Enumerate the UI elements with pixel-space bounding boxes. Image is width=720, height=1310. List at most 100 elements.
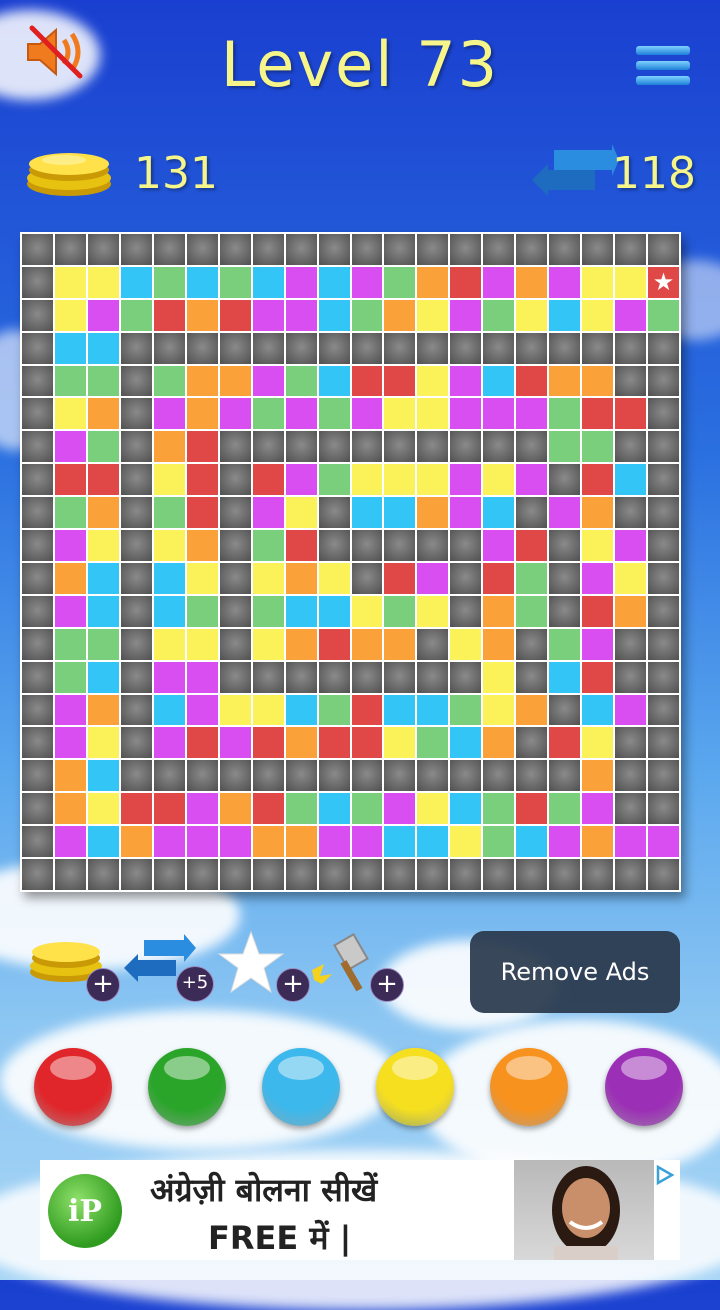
board-cell-green[interactable] [417,727,449,759]
board-cell-gray-empty[interactable] [120,497,152,529]
board-cell-orange[interactable] [516,694,548,726]
board-cell-gray-empty[interactable] [318,497,350,529]
board-cell-purple[interactable] [87,299,119,331]
board-cell-green[interactable] [153,365,185,397]
board-cell-blue[interactable] [252,266,284,298]
board-cell-gray-empty[interactable] [648,234,679,265]
board-cell-gray-empty[interactable] [22,661,53,693]
board-cell-gray-empty[interactable] [648,694,679,726]
board-cell-gray-empty[interactable] [120,727,152,759]
board-cell-purple[interactable] [351,826,383,858]
board-cell-yellow[interactable] [318,562,350,594]
board-cell-blue[interactable] [120,266,152,298]
board-cell-purple[interactable] [450,299,482,331]
board-cell-gray-empty[interactable] [22,760,53,792]
board-cell-gray-empty[interactable] [22,398,53,430]
board-cell-purple[interactable] [219,727,251,759]
board-cell-gray-empty[interactable] [516,661,548,693]
board-cell-gray-empty[interactable] [549,464,581,496]
board-cell-gray-empty[interactable] [219,464,251,496]
board-cell-purple[interactable] [483,530,515,561]
board-cell-gray-empty[interactable] [450,530,482,561]
board-cell-yellow[interactable] [417,299,449,331]
board-cell-green[interactable] [648,299,679,331]
board-cell-gray-empty[interactable] [153,332,185,364]
board-cell-red[interactable] [186,431,218,463]
board-cell-purple[interactable] [615,299,647,331]
board-cell-blue[interactable] [582,694,614,726]
board-cell-green[interactable] [252,530,284,561]
board-cell-gray-empty[interactable] [648,530,679,561]
board-cell-green[interactable] [153,497,185,529]
board-cell-red[interactable] [153,299,185,331]
board-cell-red[interactable] [384,562,416,594]
board-cell-purple[interactable] [153,826,185,858]
board-cell-blue[interactable] [87,595,119,627]
board-cell-gray-empty[interactable] [186,760,218,792]
board-cell-gray-empty[interactable] [318,661,350,693]
board-cell-gray-empty[interactable] [648,562,679,594]
board-cell-orange[interactable] [285,826,317,858]
board-cell-gray-empty[interactable] [450,595,482,627]
board-cell-yellow[interactable] [582,727,614,759]
board-cell-yellow[interactable] [153,530,185,561]
color-button-blue[interactable] [262,1048,340,1126]
board-cell-purple[interactable] [483,266,515,298]
board-cell-gray-empty[interactable] [219,332,251,364]
board-cell-red[interactable] [516,793,548,825]
board-cell-gray-empty[interactable] [87,234,119,265]
board-cell-gray-empty[interactable] [186,332,218,364]
board-cell-gray-empty[interactable] [615,628,647,660]
board-cell-red[interactable] [285,530,317,561]
board-cell-green[interactable] [285,365,317,397]
board-cell-purple[interactable] [351,398,383,430]
board-cell-gray-empty[interactable] [219,234,251,265]
board-cell-gray-empty[interactable] [252,234,284,265]
board-cell-gray-empty[interactable] [648,760,679,792]
board-cell-gray-empty[interactable] [483,760,515,792]
board-cell-orange[interactable] [285,628,317,660]
board-cell-gray-empty[interactable] [351,332,383,364]
board-cell-gray-empty[interactable] [417,431,449,463]
color-button-purple[interactable] [605,1048,683,1126]
board-cell-gray-empty[interactable] [450,234,482,265]
board-cell-green[interactable] [54,661,86,693]
board-cell-gray-empty[interactable] [450,859,482,890]
board-cell-yellow[interactable] [252,628,284,660]
board-cell-yellow[interactable] [153,464,185,496]
board-cell-gray-empty[interactable] [351,530,383,561]
board-cell-gray-empty[interactable] [615,727,647,759]
board-cell-green[interactable] [54,365,86,397]
board-cell-green[interactable] [120,299,152,331]
board-cell-yellow[interactable] [417,464,449,496]
board-cell-gray-empty[interactable] [549,859,581,890]
board-cell-orange[interactable] [186,398,218,430]
board-cell-green[interactable] [483,826,515,858]
board-cell-red[interactable] [219,299,251,331]
board-cell-blue[interactable] [87,661,119,693]
board-cell-gray-empty[interactable] [285,760,317,792]
board-cell-gray-empty[interactable] [22,562,53,594]
board-cell-gray-empty[interactable] [516,234,548,265]
board-cell-gray-empty[interactable] [417,332,449,364]
color-button-yellow[interactable] [376,1048,454,1126]
board-cell-yellow[interactable] [186,562,218,594]
board-cell-gray-empty[interactable] [22,530,53,561]
board-cell-gray-empty[interactable] [648,628,679,660]
board-cell-yellow[interactable] [351,464,383,496]
board-cell-gray-empty[interactable] [384,431,416,463]
board-cell-red[interactable] [318,727,350,759]
color-button-orange[interactable] [490,1048,568,1126]
board-cell-gray-empty[interactable] [120,859,152,890]
board-cell-orange[interactable] [582,497,614,529]
color-button-green[interactable] [148,1048,226,1126]
board-cell-red[interactable] [384,365,416,397]
board-cell-gray-empty[interactable] [219,859,251,890]
board-cell-gray-empty[interactable] [219,595,251,627]
board-cell-red[interactable] [549,727,581,759]
board-cell-purple[interactable] [615,530,647,561]
board-cell-purple[interactable] [186,793,218,825]
board-cell-blue[interactable] [549,299,581,331]
board-cell-gray-empty[interactable] [648,859,679,890]
board-cell-green[interactable] [384,595,416,627]
